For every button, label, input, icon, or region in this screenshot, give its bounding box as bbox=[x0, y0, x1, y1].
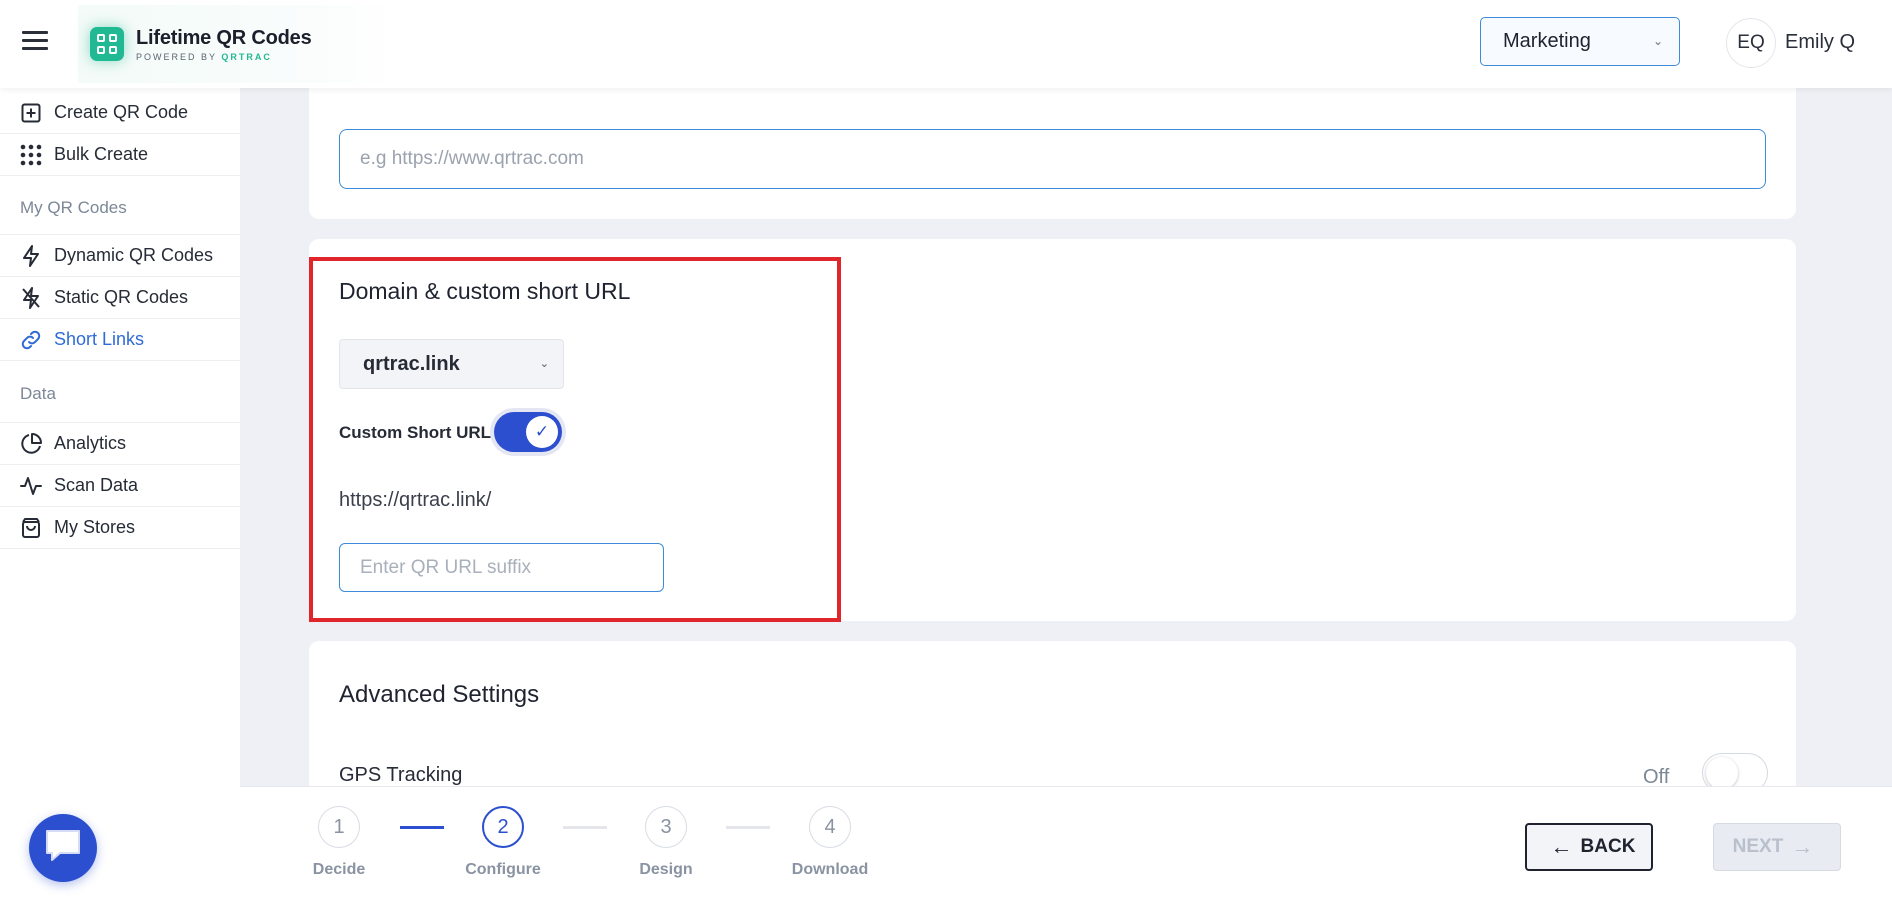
sidebar-item-create-qr[interactable]: Create QR Code bbox=[0, 92, 240, 134]
sidebar-item-label: Bulk Create bbox=[54, 144, 149, 164]
gps-tracking-label: GPS Tracking bbox=[339, 764, 463, 786]
chevron-down-icon: ⌄ bbox=[539, 358, 549, 370]
step-number: 4 bbox=[809, 806, 851, 848]
menu-icon[interactable] bbox=[22, 31, 48, 53]
step-number: 2 bbox=[482, 806, 524, 848]
sidebar-item-label: Scan Data bbox=[54, 475, 139, 495]
step-label: Configure bbox=[465, 861, 541, 878]
section-title: Domain & custom short URL bbox=[339, 278, 631, 304]
plus-square-icon bbox=[20, 102, 42, 124]
grid-dots-icon bbox=[20, 144, 42, 166]
step-decide[interactable]: 1 Decide bbox=[289, 806, 389, 879]
chevron-down-icon: ⌄ bbox=[1652, 34, 1663, 48]
step-label: Decide bbox=[312, 861, 366, 878]
url-suffix-input[interactable] bbox=[339, 543, 664, 592]
destination-url-input[interactable] bbox=[339, 129, 1766, 189]
sidebar-item-dynamic-qr[interactable]: Dynamic QR Codes bbox=[0, 235, 240, 277]
sidebar-item-bulk-create[interactable]: Bulk Create bbox=[0, 134, 240, 176]
sidebar-item-label: Analytics bbox=[54, 433, 127, 453]
step-design[interactable]: 3 Design bbox=[616, 806, 716, 879]
step-number: 1 bbox=[318, 806, 360, 848]
sidebar-item-label: Short Links bbox=[54, 329, 145, 349]
pie-chart-icon bbox=[20, 432, 42, 455]
domain-card: Domain & custom short URL qrtrac.link ⌄ … bbox=[309, 239, 1796, 622]
workspace-select[interactable]: Marketing ⌄ bbox=[1480, 17, 1680, 66]
short-url-prefix: https://qrtrac.link/ bbox=[339, 489, 492, 511]
brand-subtitle: POWERED BY QRTRAC bbox=[136, 51, 272, 62]
step-label: Design bbox=[639, 861, 693, 878]
custom-short-url-toggle[interactable]: ✓ bbox=[494, 412, 562, 452]
chat-bubble-icon bbox=[44, 829, 82, 868]
lightning-icon bbox=[20, 244, 42, 267]
qr-logo-icon bbox=[90, 27, 124, 61]
username[interactable]: Emily Q bbox=[1785, 31, 1855, 54]
lightning-off-icon bbox=[20, 286, 42, 309]
check-icon: ✓ bbox=[526, 416, 558, 448]
sidebar: Create QR Code Bulk Create My QR Codes D… bbox=[0, 88, 240, 897]
step-number: 3 bbox=[645, 806, 687, 848]
domain-select[interactable]: qrtrac.link ⌄ bbox=[339, 339, 564, 389]
back-label: BACK bbox=[1580, 836, 1636, 857]
step-download[interactable]: 4 Download bbox=[780, 806, 880, 879]
chat-support-button[interactable] bbox=[29, 814, 97, 882]
section-my-qr-codes: My QR Codes bbox=[20, 198, 127, 217]
step-configure[interactable]: 2 Configure bbox=[453, 806, 553, 879]
section-data: Data bbox=[20, 384, 56, 403]
shopping-bag-icon bbox=[20, 517, 42, 539]
wizard-footer: 1 Decide 2 Configure 3 Design 4 Download… bbox=[240, 786, 1892, 897]
avatar[interactable]: EQ bbox=[1726, 18, 1776, 68]
workspace-label: Marketing bbox=[1503, 30, 1591, 52]
domain-value: qrtrac.link bbox=[363, 352, 460, 375]
sidebar-item-short-links[interactable]: Short Links bbox=[0, 319, 240, 361]
link-icon bbox=[20, 329, 42, 351]
section-title: Advanced Settings bbox=[339, 681, 540, 708]
sidebar-item-label: My Stores bbox=[54, 517, 136, 537]
sidebar-item-scan-data[interactable]: Scan Data bbox=[0, 465, 240, 507]
step-connector bbox=[726, 826, 770, 829]
next-button[interactable]: NEXT → bbox=[1713, 823, 1841, 871]
sidebar-item-my-stores[interactable]: My Stores bbox=[0, 507, 240, 549]
sidebar-item-analytics[interactable]: Analytics bbox=[0, 423, 240, 465]
next-label: NEXT bbox=[1732, 836, 1784, 857]
top-bar: Lifetime QR Codes POWERED BY QRTRAC Mark… bbox=[0, 0, 1892, 88]
brand-title: Lifetime QR Codes bbox=[136, 26, 312, 49]
step-label: Download bbox=[791, 861, 869, 878]
arrow-right-icon: → bbox=[1791, 834, 1814, 859]
back-button[interactable]: ← BACK bbox=[1525, 823, 1653, 871]
brand-logo[interactable]: Lifetime QR Codes POWERED BY QRTRAC bbox=[78, 5, 398, 83]
step-connector bbox=[400, 826, 444, 829]
sidebar-item-label: Dynamic QR Codes bbox=[54, 245, 214, 265]
custom-short-url-label: Custom Short URL bbox=[339, 423, 492, 442]
activity-icon bbox=[20, 475, 42, 497]
sidebar-item-label: Static QR Codes bbox=[54, 287, 189, 307]
step-connector bbox=[563, 826, 607, 829]
sidebar-item-label: Create QR Code bbox=[54, 102, 189, 122]
arrow-left-icon: ← bbox=[1550, 834, 1573, 859]
sidebar-item-static-qr[interactable]: Static QR Codes bbox=[0, 277, 240, 319]
